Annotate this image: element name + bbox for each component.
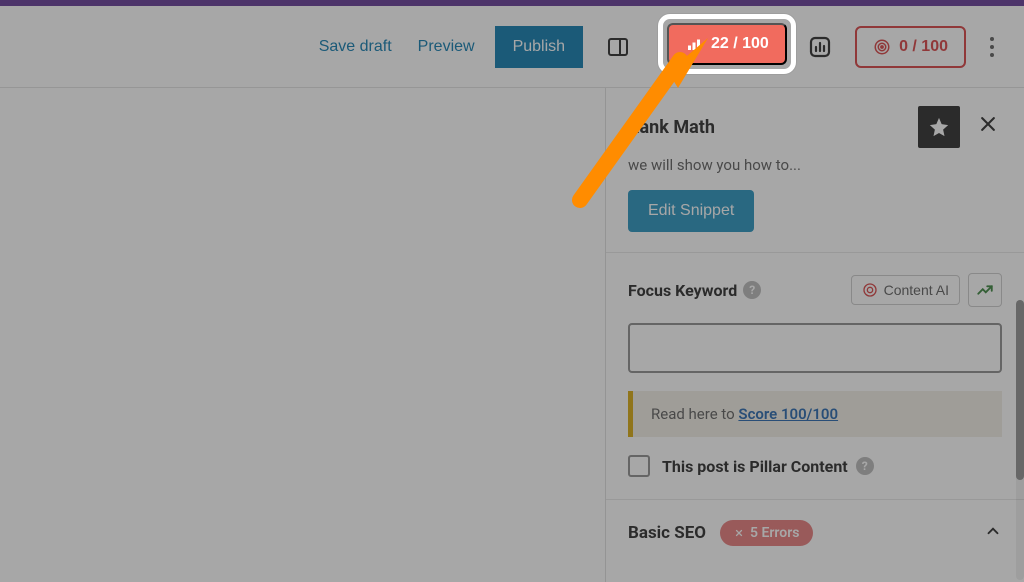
focus-keyword-header: Focus Keyword ? Content AI: [606, 253, 1024, 323]
analytics-icon[interactable]: [799, 26, 841, 68]
chevron-up-icon[interactable]: [984, 522, 1002, 544]
basic-seo-row[interactable]: Basic SEO 5 Errors: [606, 500, 1024, 566]
score-highlight-zone: 22 / 100: [658, 14, 796, 74]
trending-button[interactable]: [968, 273, 1002, 307]
star-button[interactable]: [918, 106, 960, 148]
main-score-pill[interactable]: 22 / 100: [667, 23, 787, 65]
secondary-score-pill[interactable]: 0 / 100: [855, 26, 966, 68]
sidebar-header: Rank Math: [606, 88, 1024, 156]
pillar-label: This post is Pillar Content ?: [662, 457, 874, 476]
focus-keyword-input[interactable]: [628, 323, 1002, 373]
focus-keyword-label: Focus Keyword ?: [628, 281, 761, 300]
more-options-icon[interactable]: [980, 27, 1004, 67]
help-icon[interactable]: ?: [743, 281, 761, 299]
basic-seo-title: Basic SEO: [628, 523, 706, 543]
close-sidebar-button[interactable]: [974, 110, 1002, 144]
scrollbar-thumb[interactable]: [1016, 300, 1024, 480]
editor-toolbar: Save draft Preview Publish 0 / 100: [0, 6, 1024, 88]
sidebar-toggle-icon[interactable]: [597, 26, 639, 68]
errors-pill: 5 Errors: [720, 520, 813, 546]
snippet-section: we will show you how to... Edit Snippet: [606, 156, 1024, 253]
publish-button[interactable]: Publish: [495, 26, 583, 68]
score-banner: Read here to Score 100/100: [628, 391, 1002, 437]
sidebar-title: Rank Math: [628, 117, 715, 138]
save-draft-button[interactable]: Save draft: [313, 30, 398, 64]
edit-snippet-button[interactable]: Edit Snippet: [628, 190, 754, 232]
rank-math-sidebar: Rank Math we will show you how to... Edi…: [606, 88, 1024, 582]
pillar-content-row: This post is Pillar Content ?: [606, 455, 1024, 500]
scrollbar[interactable]: [1016, 300, 1024, 580]
score-guide-link[interactable]: Score 100/100: [738, 405, 838, 423]
pillar-checkbox[interactable]: [628, 455, 650, 477]
preview-button[interactable]: Preview: [412, 30, 481, 64]
snippet-preview-text: we will show you how to...: [628, 156, 1002, 174]
secondary-score-text: 0 / 100: [899, 38, 948, 56]
main-score-text: 22 / 100: [711, 35, 769, 53]
main-area: Rank Math we will show you how to... Edi…: [0, 88, 1024, 582]
editor-canvas[interactable]: [0, 88, 606, 582]
content-ai-button[interactable]: Content AI: [851, 275, 960, 305]
help-icon[interactable]: ?: [856, 457, 874, 475]
